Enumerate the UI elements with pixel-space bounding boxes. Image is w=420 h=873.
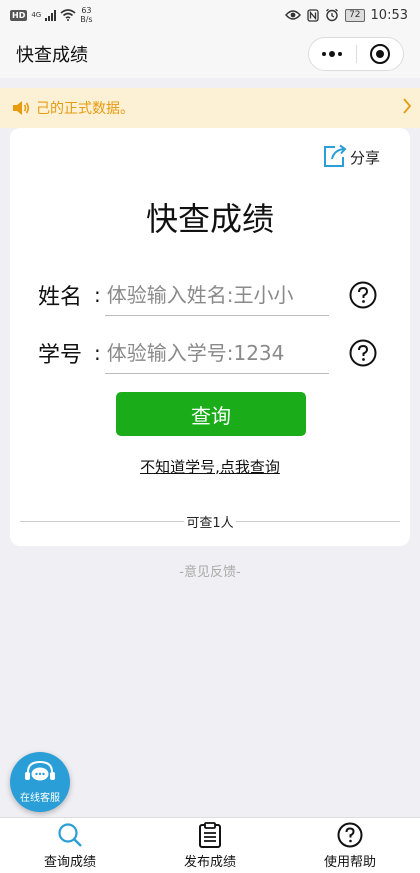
mini-program-capsule	[308, 37, 404, 71]
name-help-icon[interactable]	[349, 281, 377, 309]
tab-publish-scores[interactable]: 发布成绩	[140, 818, 280, 873]
signal-icon	[45, 9, 57, 21]
card-title: 快查成绩	[145, 200, 274, 238]
speaker-icon	[13, 101, 30, 115]
share-icon	[323, 144, 347, 167]
nfc-icon	[307, 8, 319, 22]
status-left: HD 4G 63 B/s	[10, 6, 93, 24]
divider	[20, 521, 185, 522]
target-icon	[369, 44, 390, 64]
name-row: 姓名 :	[38, 273, 378, 317]
status-right: 72 10:53	[285, 8, 408, 23]
tab-label: 发布成绩	[183, 854, 236, 870]
network-type: 4G	[31, 11, 42, 19]
divider	[235, 521, 400, 522]
headset-chat-icon	[25, 760, 55, 781]
help-icon	[337, 822, 363, 847]
wifi-icon	[60, 9, 76, 21]
nav-bar: 快查成绩	[0, 30, 420, 78]
forgot-id-link[interactable]: 不知道学号,点我查询	[140, 458, 280, 476]
customer-service-label: 在线客服	[20, 793, 60, 804]
id-help-icon[interactable]	[349, 339, 377, 367]
id-colon: :	[94, 341, 101, 365]
eye-icon	[285, 10, 302, 20]
net-speed-value: 63	[81, 6, 92, 15]
quota-text: 可查1人	[186, 516, 234, 531]
notice-bar[interactable]: 己的正式数据。	[0, 88, 420, 128]
notice-text: 己的正式数据。	[36, 101, 134, 117]
status-bar: HD 4G 63 B/s 72 10:53	[0, 0, 420, 30]
query-button[interactable]: 查询	[116, 392, 306, 436]
name-colon: :	[94, 283, 101, 307]
battery-indicator: 72	[345, 8, 365, 22]
share-button[interactable]: 分享	[322, 144, 380, 168]
tab-label: 查询成绩	[43, 854, 96, 870]
net-speed: 63 B/s	[80, 6, 92, 24]
net-speed-unit: B/s	[80, 15, 93, 24]
more-button[interactable]	[309, 38, 356, 70]
search-icon	[58, 822, 82, 847]
tab-query-scores[interactable]: 查询成绩	[0, 818, 140, 873]
more-dots-icon	[322, 51, 343, 57]
clock: 10:53	[370, 7, 408, 23]
name-input[interactable]	[104, 274, 329, 316]
clipboard-icon	[199, 821, 221, 848]
name-label: 姓名	[38, 285, 83, 310]
id-label: 学号	[38, 343, 83, 368]
alarm-icon	[326, 8, 339, 22]
page-title: 快查成绩	[16, 45, 88, 66]
tab-label: 使用帮助	[323, 854, 376, 870]
tab-help[interactable]: 使用帮助	[280, 818, 420, 873]
tab-bar: 查询成绩 发布成绩 使用帮助	[0, 817, 420, 873]
share-label: 分享	[349, 149, 380, 167]
forgot-id-link-wrap: 不知道学号,点我查询	[10, 456, 410, 477]
quota-row: 可查1人	[20, 512, 400, 531]
chevron-right-icon	[402, 97, 412, 120]
customer-service-button[interactable]: 在线客服	[10, 752, 70, 812]
id-row: 学号 :	[38, 331, 378, 375]
query-card: 分享 快查成绩 姓名 : 学号 : 查询 不知道学号,点我查询 可查1人	[10, 128, 410, 546]
close-mini-program-button[interactable]	[357, 38, 404, 70]
student-id-input[interactable]	[104, 332, 329, 374]
feedback-link[interactable]: -意见反馈-	[0, 561, 420, 580]
hd-badge: HD	[10, 9, 28, 21]
